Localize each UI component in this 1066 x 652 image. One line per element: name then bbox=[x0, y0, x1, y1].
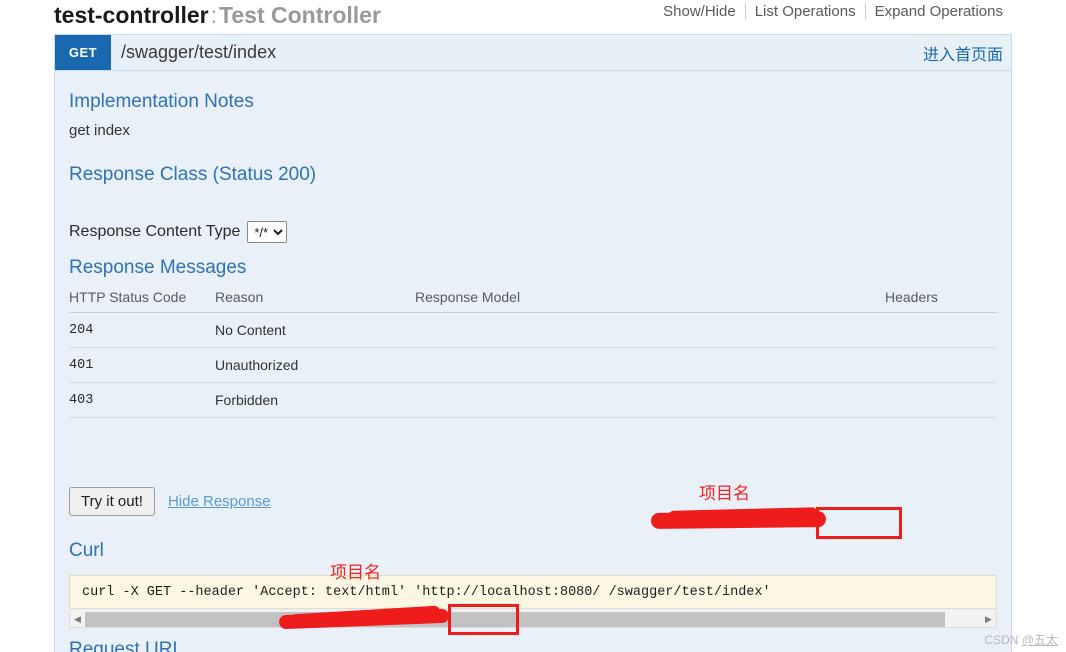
curl-command-box[interactable]: curl -X GET --header 'Accept: text/html'… bbox=[69, 575, 997, 609]
scroll-left-arrow-icon[interactable]: ◀ bbox=[70, 612, 85, 627]
cell-status-code: 403 bbox=[69, 382, 215, 418]
operation-external-link[interactable]: 进入首页面 bbox=[923, 35, 1003, 70]
show-hide-link[interactable]: Show/Hide bbox=[654, 3, 745, 20]
table-row: 204 No Content bbox=[69, 312, 997, 348]
watermark-user: @五太 bbox=[1021, 633, 1058, 647]
try-it-out-row: Try it out! Hide Response bbox=[69, 487, 271, 516]
cell-headers bbox=[885, 347, 997, 383]
cell-reason: Forbidden bbox=[215, 382, 415, 418]
response-content-type-select[interactable]: */* bbox=[247, 221, 288, 243]
list-operations-link[interactable]: List Operations bbox=[746, 3, 865, 20]
response-content-type-row: Response Content Type */* bbox=[69, 221, 288, 243]
scrollbar-thumb[interactable] bbox=[85, 611, 946, 627]
curl-horizontal-scrollbar[interactable]: ◀ ▶ bbox=[69, 611, 997, 628]
cell-reason: No Content bbox=[215, 312, 415, 348]
cell-reason: Unauthorized bbox=[215, 347, 415, 383]
resource-name: test-controller bbox=[54, 2, 209, 28]
implementation-notes-title: Implementation Notes bbox=[69, 91, 254, 112]
resource-description: Test Controller bbox=[219, 2, 381, 28]
operation-content: Implementation Notes get index Response … bbox=[55, 71, 1011, 652]
cell-response-model bbox=[415, 347, 885, 383]
column-header-status-code: HTTP Status Code bbox=[69, 285, 215, 313]
implementation-notes-body: get index bbox=[69, 122, 130, 139]
watermark: CSDN @五太 bbox=[984, 631, 1058, 648]
column-header-reason: Reason bbox=[215, 285, 415, 313]
cell-status-code: 204 bbox=[69, 312, 215, 348]
scroll-right-arrow-icon[interactable]: ▶ bbox=[981, 612, 996, 627]
scrollbar-track[interactable] bbox=[85, 611, 981, 627]
operation-heading-bar[interactable]: GET /swagger/test/index 进入首页面 bbox=[55, 35, 1011, 71]
request-url-title: Request URL bbox=[69, 639, 184, 652]
table-row: 403 Forbidden bbox=[69, 382, 997, 418]
expand-operations-link[interactable]: Expand Operations bbox=[866, 3, 1012, 20]
column-header-headers: Headers bbox=[885, 285, 997, 313]
resource-options: Show/Hide List Operations Expand Operati… bbox=[654, 3, 1012, 20]
table-header-row: HTTP Status Code Reason Response Model H… bbox=[69, 285, 997, 313]
resource-header: test-controller:Test Controller Show/Hid… bbox=[54, 0, 1012, 32]
response-messages-title: Response Messages bbox=[69, 257, 247, 278]
cell-headers bbox=[885, 312, 997, 348]
http-method-badge-get: GET bbox=[55, 35, 111, 70]
watermark-brand: CSDN bbox=[984, 633, 1019, 647]
response-content-type-label: Response Content Type bbox=[69, 223, 241, 240]
resource-title: test-controller:Test Controller bbox=[54, 0, 381, 30]
response-class-title: Response Class (Status 200) bbox=[69, 164, 317, 185]
cell-headers bbox=[885, 382, 997, 418]
curl-title: Curl bbox=[69, 540, 104, 561]
column-header-response-model: Response Model bbox=[415, 285, 885, 313]
swagger-ui-page: test-controller:Test Controller Show/Hid… bbox=[0, 0, 1066, 652]
cell-response-model bbox=[415, 382, 885, 418]
cell-status-code: 401 bbox=[69, 347, 215, 383]
response-messages-table: HTTP Status Code Reason Response Model H… bbox=[69, 285, 997, 418]
try-it-out-button[interactable]: Try it out! bbox=[69, 487, 155, 516]
table-row: 401 Unauthorized bbox=[69, 347, 997, 383]
hide-response-link[interactable]: Hide Response bbox=[168, 493, 271, 510]
cell-response-model bbox=[415, 312, 885, 348]
resource-title-separator: : bbox=[210, 2, 218, 28]
operation-panel: GET /swagger/test/index 进入首页面 Implementa… bbox=[54, 34, 1012, 652]
operation-path[interactable]: /swagger/test/index bbox=[121, 35, 276, 70]
